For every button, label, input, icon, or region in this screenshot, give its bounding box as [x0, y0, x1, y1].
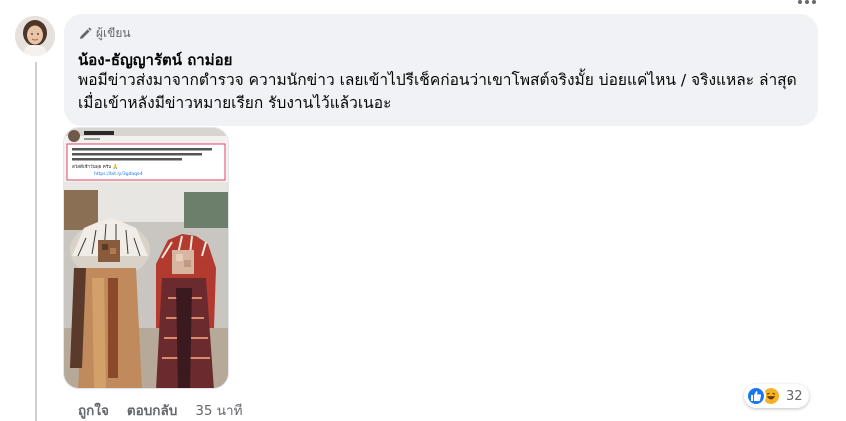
thread-line — [35, 62, 37, 421]
comment-timestamp[interactable]: 35 นาที — [195, 399, 242, 421]
pencil-icon — [78, 27, 92, 41]
more-options-icon[interactable] — [798, 0, 818, 6]
author-badge: ผู้เขียน — [78, 24, 131, 43]
reaction-count: 32 — [786, 388, 803, 404]
author-badge-label: ผู้เขียน — [96, 26, 131, 40]
comment-actions: ถูกใจ ตอบกลับ 35 นาที — [78, 399, 243, 421]
reply-button[interactable]: ตอบกลับ — [127, 399, 177, 421]
like-icon — [746, 386, 766, 406]
like-button[interactable]: ถูกใจ — [78, 399, 109, 421]
comment-image-attachment[interactable]: สวัสดีเช้าวันพุธ ครับ 🙏 https://bit.ly/3… — [63, 127, 229, 389]
avatar[interactable] — [15, 16, 55, 56]
comment-text: พอมีข่าวส่งมาจากตำรวจ ความนักข่าว เลยเข้… — [78, 71, 797, 112]
reactions-summary[interactable]: 32 — [744, 384, 809, 408]
comment-bubble: ผู้เขียน น้อง-ธัญญารัตน์ ถาม่อย พอมีข่าว… — [64, 14, 818, 126]
attachment-name-line: สวัสดีเช้าวันพุธ ครับ 🙏 — [72, 164, 118, 170]
attachment-link: https://bit.ly/3gdaqe4 — [94, 171, 143, 177]
